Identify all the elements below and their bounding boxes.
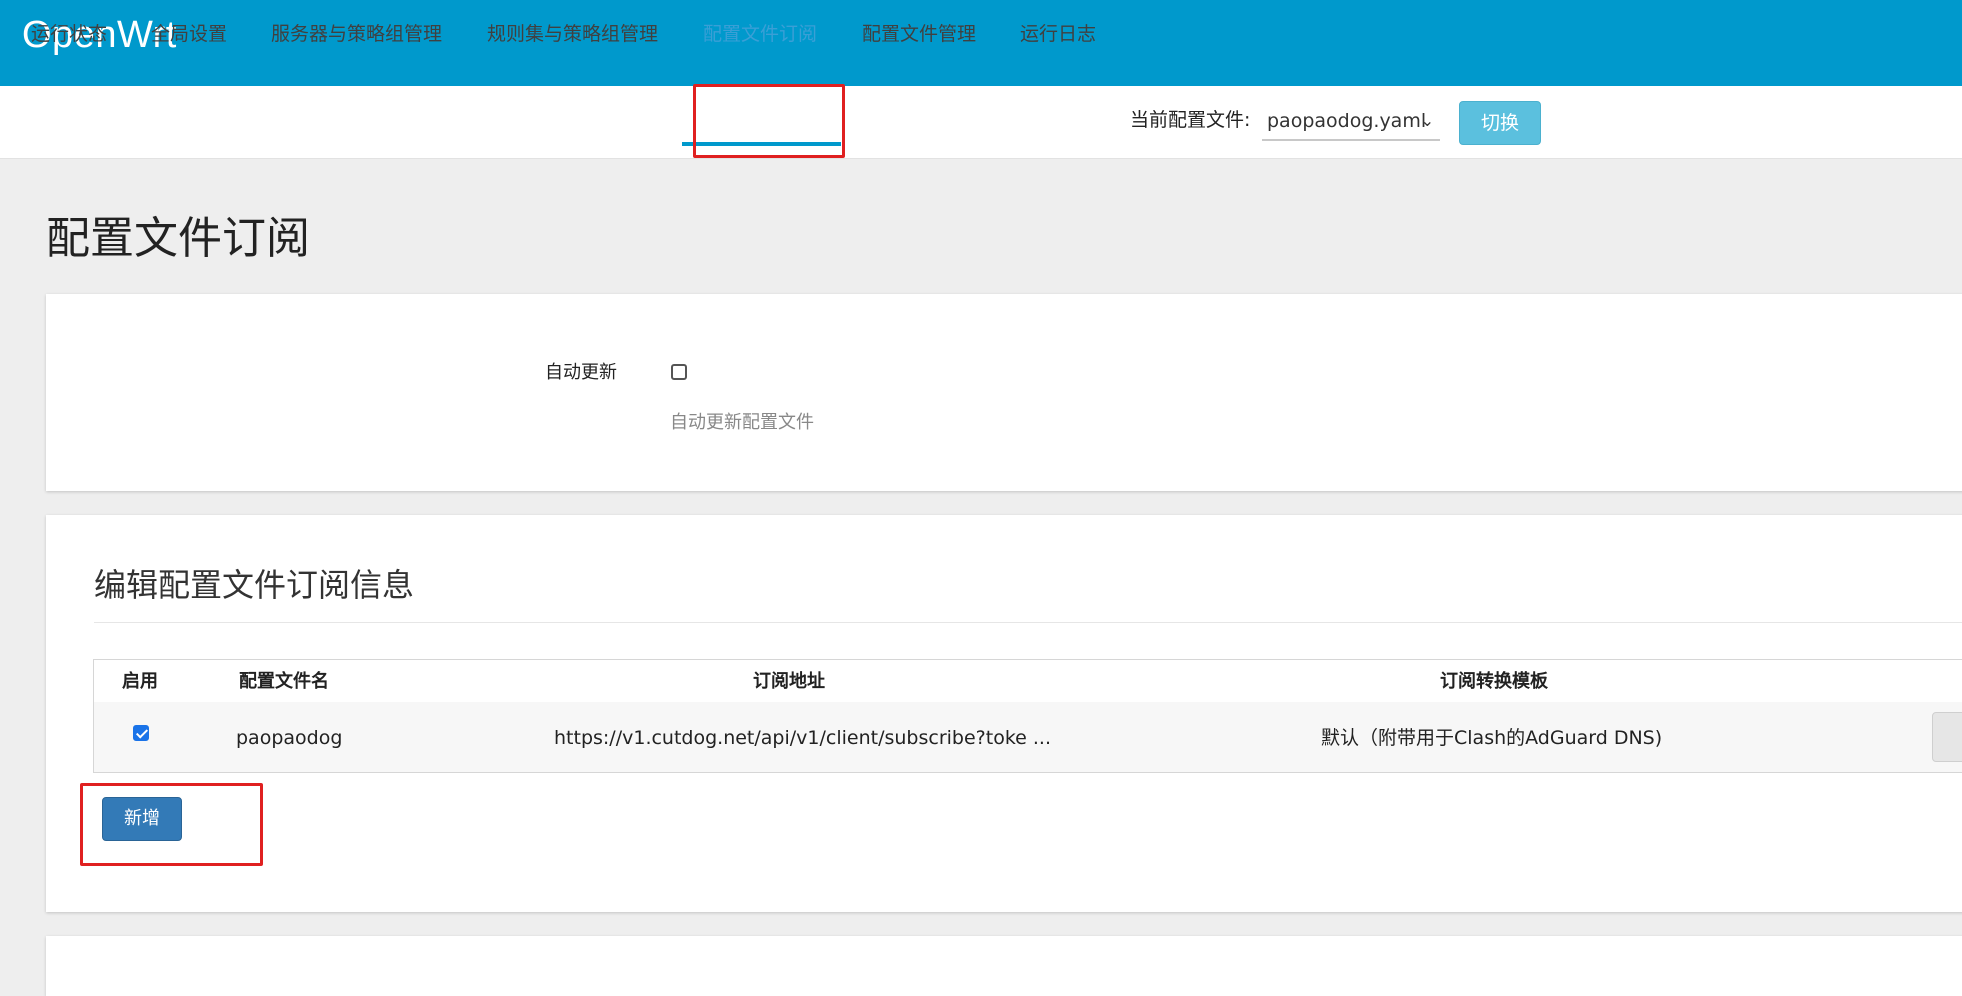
auto-update-description: 自动更新配置文件: [670, 412, 814, 433]
highlight-box-tab: [693, 84, 845, 158]
section-divider: [94, 622, 1962, 623]
row-enabled-checkbox[interactable]: [133, 725, 149, 741]
auto-update-label: 自动更新: [545, 362, 617, 383]
switch-button[interactable]: 切换: [1459, 101, 1541, 145]
tab-bar: [0, 86, 1962, 159]
column-header-template: 订阅转换模板: [1440, 671, 1548, 692]
tab-config-manage[interactable]: 配置文件管理: [862, 0, 976, 72]
tab-status[interactable]: 运行状态: [31, 0, 107, 72]
column-header-name: 配置文件名: [239, 671, 329, 692]
tab-servers-groups[interactable]: 服务器与策略组管理: [271, 0, 442, 72]
subscription-table: 启用 配置文件名 订阅地址 订阅转换模板 paopaodog https://v…: [93, 659, 1962, 773]
chevron-down-icon: ⌄: [1420, 111, 1434, 130]
auto-update-checkbox[interactable]: [671, 364, 687, 380]
section-title: 编辑配置文件订阅信息: [94, 566, 415, 604]
page-title: 配置文件订阅: [46, 213, 310, 264]
tab-rules-groups[interactable]: 规则集与策略组管理: [487, 0, 658, 72]
column-header-enabled: 启用: [122, 671, 158, 692]
row-action-button[interactable]: [1932, 712, 1962, 762]
tab-config-subscribe[interactable]: 配置文件订阅: [703, 0, 817, 72]
table-row: paopaodog https://v1.cutdog.net/api/v1/c…: [94, 702, 1962, 772]
auto-update-panel: [46, 294, 1962, 491]
row-subscribe-url: https://v1.cutdog.net/api/v1/client/subs…: [554, 727, 1052, 749]
table-header: 启用 配置文件名 订阅地址 订阅转换模板: [94, 660, 1962, 703]
tab-global-settings[interactable]: 全局设置: [151, 0, 227, 72]
row-template: 默认（附带用于Clash的AdGuard DNS): [1321, 727, 1663, 749]
highlight-box-add: [80, 783, 263, 866]
profile-select[interactable]: paopaodog.yaml ⌄: [1262, 101, 1440, 141]
column-header-url: 订阅地址: [753, 671, 825, 692]
row-profile-name: paopaodog: [236, 727, 343, 749]
tab-logs[interactable]: 运行日志: [1020, 0, 1096, 72]
current-profile-label: 当前配置文件:: [1130, 109, 1251, 131]
next-panel: [46, 936, 1962, 996]
profile-select-value: paopaodog.yaml: [1267, 110, 1427, 132]
